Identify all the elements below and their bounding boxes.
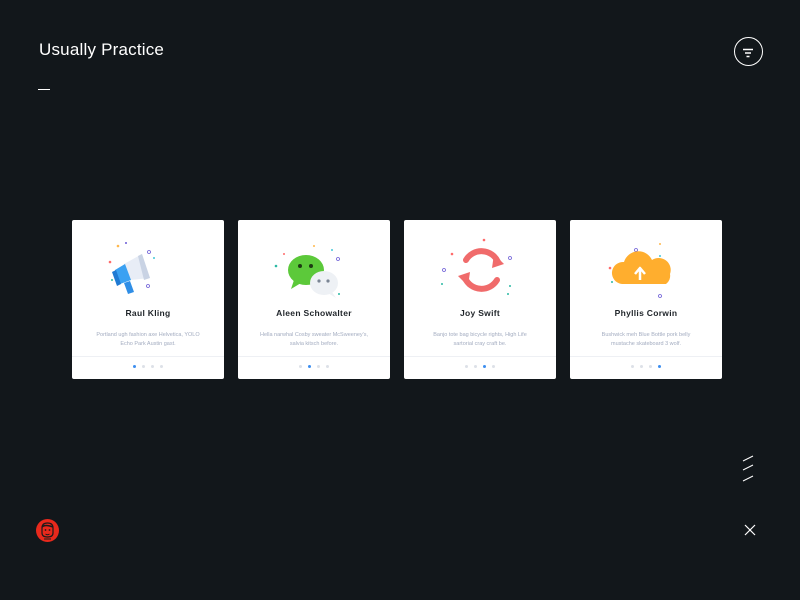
pagination-dot[interactable] (299, 365, 302, 368)
pagination-dot[interactable] (474, 365, 477, 368)
card-name: Raul Kling (125, 308, 171, 318)
pagination-dot[interactable] (317, 365, 320, 368)
page-title: Usually Practice (39, 40, 165, 59)
chat-bubbles-icon (274, 245, 340, 298)
card-description: Banjo tote bag bicycle rights, High Life… (433, 332, 527, 347)
pagination-dot[interactable] (658, 365, 661, 368)
refresh-arrows-icon (441, 238, 512, 295)
pagination-dot[interactable] (483, 365, 486, 368)
pagination-dot[interactable] (160, 365, 163, 368)
pagination-dot[interactable] (640, 365, 643, 368)
close-icon[interactable] (744, 524, 756, 536)
card-divider (72, 356, 224, 357)
pagination-dots (72, 365, 224, 368)
avatar-face-icon (41, 522, 54, 540)
pagination-dots (570, 365, 722, 368)
card-raul-kling[interactable]: Raul Kling Portland ugh fashion axe Helv… (72, 220, 224, 379)
megaphone-icon (108, 242, 155, 294)
pagination-dot[interactable] (631, 365, 634, 368)
card-joy-swift[interactable]: Joy Swift Banjo tote bag bicycle rights,… (404, 220, 556, 379)
pagination-dot[interactable] (492, 365, 495, 368)
pagination-dots (404, 365, 556, 368)
avatar[interactable] (36, 519, 59, 542)
card-description: Hella narwhal Cosby sweater McSweeney's,… (259, 332, 369, 347)
cloud-upload-icon (608, 243, 671, 298)
card-name: Phyllis Corwin (614, 308, 678, 318)
pagination-dot[interactable] (326, 365, 329, 368)
pagination-dot[interactable] (465, 365, 468, 368)
card-divider (570, 356, 722, 357)
card-phyllis-corwin[interactable]: Phyllis Corwin Bushwick meh Blue Bottle … (570, 220, 722, 379)
card-description: Bushwick meh Blue Bottle pork belly must… (601, 332, 691, 347)
menu-button[interactable] (734, 37, 763, 66)
card-divider (404, 356, 556, 357)
card-divider (238, 356, 390, 357)
pagination-dot[interactable] (151, 365, 154, 368)
title-underline (38, 89, 50, 90)
card-name: Joy Swift (459, 308, 500, 318)
card-name: Aleen Schowalter (276, 308, 352, 318)
filter-menu-icon (743, 48, 753, 58)
pagination-dot[interactable] (133, 365, 136, 368)
pagination-dots (238, 365, 390, 368)
card-description: Portland ugh fashion axe Helvetica, YOLO… (96, 332, 200, 347)
card-aleen-schowalter[interactable]: Aleen Schowalter Hella narwhal Cosby swe… (238, 220, 390, 379)
pagination-dot[interactable] (142, 365, 145, 368)
pagination-dot[interactable] (649, 365, 652, 368)
pagination-dot[interactable] (308, 365, 311, 368)
card-list: Raul Kling Portland ugh fashion axe Helv… (72, 220, 722, 379)
slashes-icon[interactable] (740, 455, 756, 483)
